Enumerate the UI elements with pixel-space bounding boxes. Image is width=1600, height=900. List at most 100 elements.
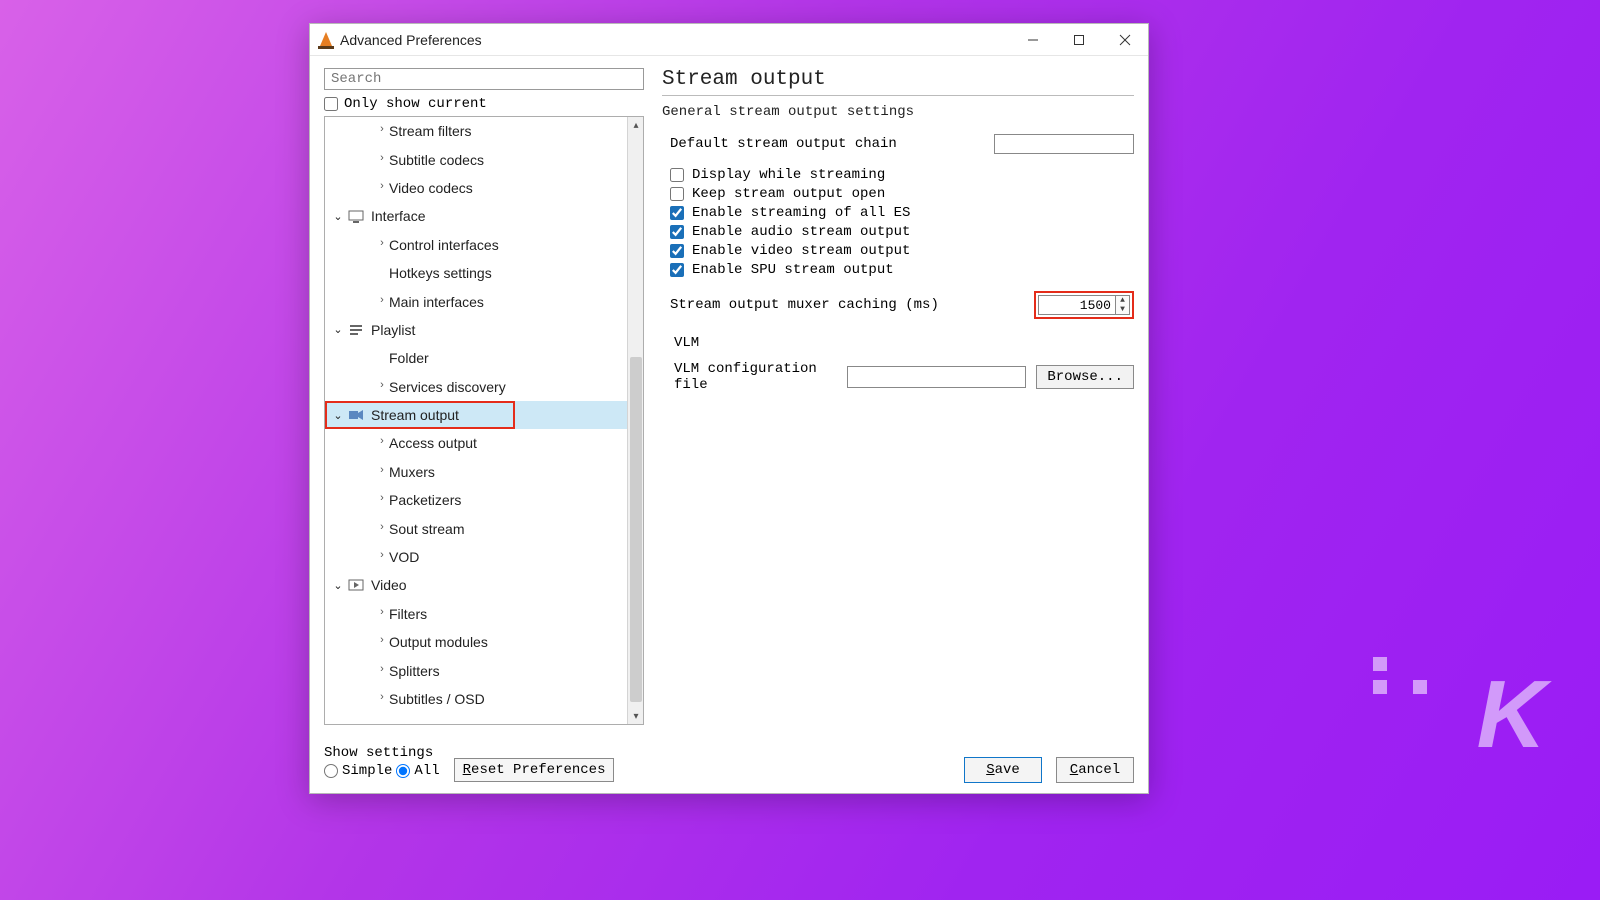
expand-arrow-icon[interactable]: › [375,379,389,395]
tree-item-video[interactable]: ⌄ Video [325,571,627,599]
settings-panel: Stream output General stream output sett… [662,68,1134,725]
tree-item-label: Output modules [389,634,488,650]
tree-item-subtitles-osd[interactable]: ›Subtitles / OSD [325,685,627,713]
check-enable-video-stream-output[interactable]: Enable video stream output [670,243,1134,259]
expand-arrow-icon[interactable]: › [375,492,389,508]
muxer-caching-label: Stream output muxer caching (ms) [670,297,1034,313]
expand-arrow-icon[interactable]: ⌄ [331,210,345,223]
muxer-caching-highlight: ▲ ▼ [1034,291,1134,319]
tree-item-label: Subtitles / OSD [389,691,485,707]
expand-arrow-icon[interactable]: › [375,521,389,537]
expand-arrow-icon[interactable]: › [375,180,389,196]
check-label: Keep stream output open [692,186,885,202]
check-display-while-streaming[interactable]: Display while streaming [670,167,1134,183]
video-icon [347,576,365,594]
all-radio[interactable]: All [396,763,439,779]
expand-arrow-icon[interactable]: › [375,549,389,565]
expand-arrow-icon[interactable]: › [375,123,389,139]
show-settings-group: Show settings Simple All [324,745,440,779]
expand-arrow-icon[interactable]: › [375,634,389,650]
checkbox[interactable] [670,187,684,201]
minimize-button[interactable] [1010,24,1056,55]
tree-item-access-output[interactable]: ›Access output [325,429,627,457]
tree-item-splitters[interactable]: ›Splitters [325,656,627,684]
expand-arrow-icon[interactable]: › [375,663,389,679]
tree-item-services-discovery[interactable]: ›Services discovery [325,373,627,401]
tree-item-vod[interactable]: ›VOD [325,543,627,571]
stepper-up-icon[interactable]: ▲ [1116,296,1129,305]
stepper-down-icon[interactable]: ▼ [1116,305,1129,314]
vlc-cone-icon [318,32,334,48]
checkbox[interactable] [670,206,684,220]
playlist-icon [347,321,365,339]
checkbox[interactable] [670,168,684,182]
tree-item-label: Control interfaces [389,237,499,253]
expand-arrow-icon[interactable]: › [375,691,389,707]
tree-item-subtitle-codecs[interactable]: ›Subtitle codecs [325,145,627,173]
watermark-dots [1370,654,1430,700]
expand-arrow-icon[interactable]: › [375,294,389,310]
simple-radio[interactable]: Simple [324,763,392,779]
check-label: Enable SPU stream output [692,262,894,278]
browse-button[interactable]: Browse... [1036,365,1134,389]
tree-item-stream-filters[interactable]: ›Stream filters [325,117,627,145]
expand-arrow-icon[interactable]: ⌄ [331,409,345,422]
save-button[interactable]: Save [964,757,1042,783]
scroll-down-arrow[interactable]: ▾ [628,708,644,724]
expand-arrow-icon[interactable]: › [375,464,389,480]
expand-arrow-icon[interactable]: › [375,237,389,253]
tree-item-main-interfaces[interactable]: ›Main interfaces [325,287,627,315]
muxer-caching-input[interactable] [1038,295,1116,315]
check-label: Enable audio stream output [692,224,910,240]
panel-subtitle: General stream output settings [662,104,1134,120]
interface-icon [347,207,365,225]
check-enable-streaming-of-all-es[interactable]: Enable streaming of all ES [670,205,1134,221]
tree-item-output-modules[interactable]: ›Output modules [325,628,627,656]
close-button[interactable] [1102,24,1148,55]
default-chain-input[interactable] [994,134,1134,154]
expand-arrow-icon[interactable]: › [375,152,389,168]
tree-item-interface[interactable]: ⌄Interface [325,202,627,230]
only-show-current-box[interactable] [324,97,338,111]
stream-icon [347,406,365,424]
tree-scrollbar[interactable]: ▴ ▾ [627,117,643,724]
expand-arrow-icon[interactable]: › [375,435,389,451]
tree-item-control-interfaces[interactable]: ›Control interfaces [325,231,627,259]
only-show-current-checkbox[interactable]: Only show current [324,96,644,112]
check-enable-spu-stream-output[interactable]: Enable SPU stream output [670,262,1134,278]
cancel-button[interactable]: Cancel [1056,757,1134,783]
tree-item-label: Splitters [389,663,440,679]
expand-arrow-icon[interactable]: ⌄ [331,323,345,336]
vlm-file-input[interactable] [847,366,1026,388]
reset-preferences-button[interactable]: Reset Preferences [454,758,615,782]
titlebar: Advanced Preferences [310,24,1148,56]
vlm-section-label: VLM [674,335,1134,351]
check-label: Enable streaming of all ES [692,205,910,221]
tree-item-sout-stream[interactable]: ›Sout stream [325,514,627,542]
panel-separator [662,95,1134,96]
tree-item-label: Sout stream [389,521,464,537]
scroll-thumb[interactable] [630,357,642,702]
expand-arrow-icon[interactable]: › [375,606,389,622]
left-column: Only show current ›Stream filters›Subtit… [324,68,644,725]
tree-item-stream-output[interactable]: ⌄Stream output [325,401,627,429]
tree-item-folder[interactable]: Folder [325,344,627,372]
check-enable-audio-stream-output[interactable]: Enable audio stream output [670,224,1134,240]
tree-item-label: Video [371,577,407,593]
tree-item-video-codecs[interactable]: ›Video codecs [325,174,627,202]
search-input[interactable] [324,68,644,90]
expand-arrow-icon[interactable]: ⌄ [331,579,345,592]
preferences-tree: ›Stream filters›Subtitle codecs›Video co… [324,116,644,725]
tree-item-playlist[interactable]: ⌄Playlist [325,316,627,344]
scroll-up-arrow[interactable]: ▴ [628,117,644,133]
checkbox[interactable] [670,263,684,277]
checkbox[interactable] [670,244,684,258]
checkbox[interactable] [670,225,684,239]
check-keep-stream-output-open[interactable]: Keep stream output open [670,186,1134,202]
tree-item-muxers[interactable]: ›Muxers [325,458,627,486]
tree-item-filters[interactable]: ›Filters [325,600,627,628]
tree-item-packetizers[interactable]: ›Packetizers [325,486,627,514]
maximize-button[interactable] [1056,24,1102,55]
tree-item-hotkeys-settings[interactable]: Hotkeys settings [325,259,627,287]
muxer-caching-stepper[interactable]: ▲ ▼ [1116,295,1130,315]
